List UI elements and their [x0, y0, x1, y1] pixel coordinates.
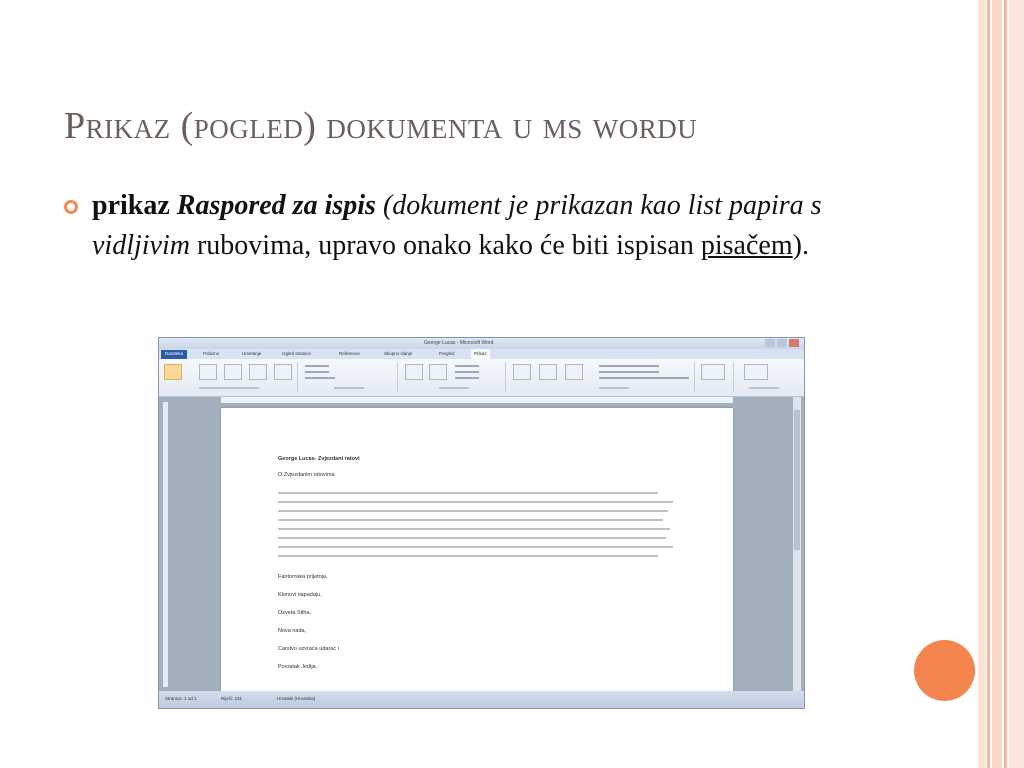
close-icon [789, 339, 799, 347]
arrange-all-icon [539, 364, 557, 380]
doc-paragraph-line [278, 492, 658, 494]
doc-paragraph-line [278, 528, 670, 530]
outline-icon [249, 364, 267, 380]
word-ribbon [159, 359, 804, 397]
bullet-tail-1: rubovima, upravo onako kako će biti ispi… [189, 230, 701, 261]
ribbon-separator [397, 362, 398, 392]
ribbon-line [305, 365, 329, 367]
word-tab: Umetanje [242, 351, 262, 356]
ribbon-line [599, 365, 659, 367]
ribbon-group-label [334, 387, 364, 389]
stripe [987, 0, 990, 768]
draft-icon [274, 364, 292, 380]
bullet-text: prikaz Raspored za ispis (dokument je pr… [92, 186, 852, 266]
stripe [992, 0, 1002, 768]
doc-line: Osveta Sitha, [278, 610, 312, 616]
decorative-circle [914, 640, 975, 701]
doc-line: Povratak Jedija. [278, 664, 318, 670]
word-titlebar: George Lucas - Microsoft Word [159, 338, 804, 349]
ribbon-group-label [199, 387, 259, 389]
new-window-icon [513, 364, 531, 380]
word-tab-view: Prikaz [471, 349, 490, 359]
ribbon-line [305, 371, 329, 373]
word-tab: Polazno [203, 351, 220, 356]
doc-paragraph-line [278, 519, 663, 521]
macros-icon [744, 364, 768, 380]
word-screenshot: George Lucas - Microsoft Word Datoteka P… [158, 337, 805, 709]
word-status-bar: Stranica: 1 od 1 Riječi: 231 Hrvatski (H… [159, 691, 804, 708]
ribbon-separator [694, 362, 695, 392]
doc-line: Klonovi napadaju, [278, 592, 322, 598]
bullet-ring-icon [64, 200, 78, 214]
doc-line: Nova nada, [278, 628, 307, 634]
zoom-100-icon [429, 364, 447, 380]
word-ribbon-tabs: Datoteka Polazno Umetanje Izgled stranic… [159, 349, 804, 359]
decorative-stripes [978, 0, 1024, 768]
ribbon-line [455, 371, 479, 373]
doc-heading: George Lucas- Zvjezdani ratovi [278, 456, 360, 462]
ribbon-separator [297, 362, 298, 392]
split-icon [565, 364, 583, 380]
word-tab: Izgled stranice [282, 351, 312, 356]
horizontal-ruler [221, 397, 733, 403]
stripe [978, 0, 986, 768]
bullet-term: Raspored za ispis [176, 190, 376, 221]
doc-paragraph-line [278, 555, 658, 557]
doc-paragraph-line [278, 501, 673, 503]
stripe [1004, 0, 1007, 768]
slide-title: Prikaz (pogled) dokumenta u ms wordu [64, 105, 698, 147]
doc-line: Carstvo uzvraća udarac i [278, 646, 339, 652]
bullet-lead: prikaz [92, 190, 177, 221]
minimize-icon [765, 339, 775, 347]
ribbon-group-label [599, 387, 629, 389]
word-window-title: George Lucas - Microsoft Word [424, 340, 494, 346]
vertical-ruler [163, 402, 168, 687]
doc-paragraph-line [278, 510, 668, 512]
doc-line: O Zvjezdanim ratovima [278, 472, 335, 478]
doc-line: Fantomska prijetnja, [278, 574, 328, 580]
print-layout-icon [164, 364, 182, 380]
word-tab: Pregled [439, 351, 455, 356]
ribbon-separator [733, 362, 734, 392]
word-tab: Skupno slanje [384, 351, 413, 356]
status-page: Stranica: 1 od 1 [165, 696, 197, 701]
scrollbar-thumb [794, 410, 800, 550]
ribbon-line [599, 371, 659, 373]
status-language: Hrvatski (Hrvatska) [277, 696, 316, 701]
full-screen-icon [199, 364, 217, 380]
doc-paragraph-line [278, 537, 666, 539]
word-page: George Lucas- Zvjezdani ratovi O Zvjezda… [221, 408, 733, 708]
doc-paragraph-line [278, 546, 673, 548]
ribbon-separator [505, 362, 506, 392]
bullet-tail-2: ). [792, 230, 809, 261]
word-tab-file: Datoteka [161, 350, 188, 359]
stripe [1009, 0, 1024, 768]
status-words: Riječi: 231 [221, 696, 243, 701]
printer-link[interactable]: pisačem [701, 230, 793, 261]
ribbon-group-label [749, 387, 779, 389]
ribbon-line [599, 377, 689, 379]
ribbon-line [305, 377, 335, 379]
zoom-icon [405, 364, 423, 380]
switch-windows-icon [701, 364, 725, 380]
web-layout-icon [224, 364, 242, 380]
word-tab: Reference [339, 351, 360, 356]
maximize-icon [777, 339, 787, 347]
ribbon-group-label [439, 387, 469, 389]
ribbon-line [455, 365, 479, 367]
ribbon-line [455, 377, 479, 379]
bullet-space [376, 190, 383, 221]
